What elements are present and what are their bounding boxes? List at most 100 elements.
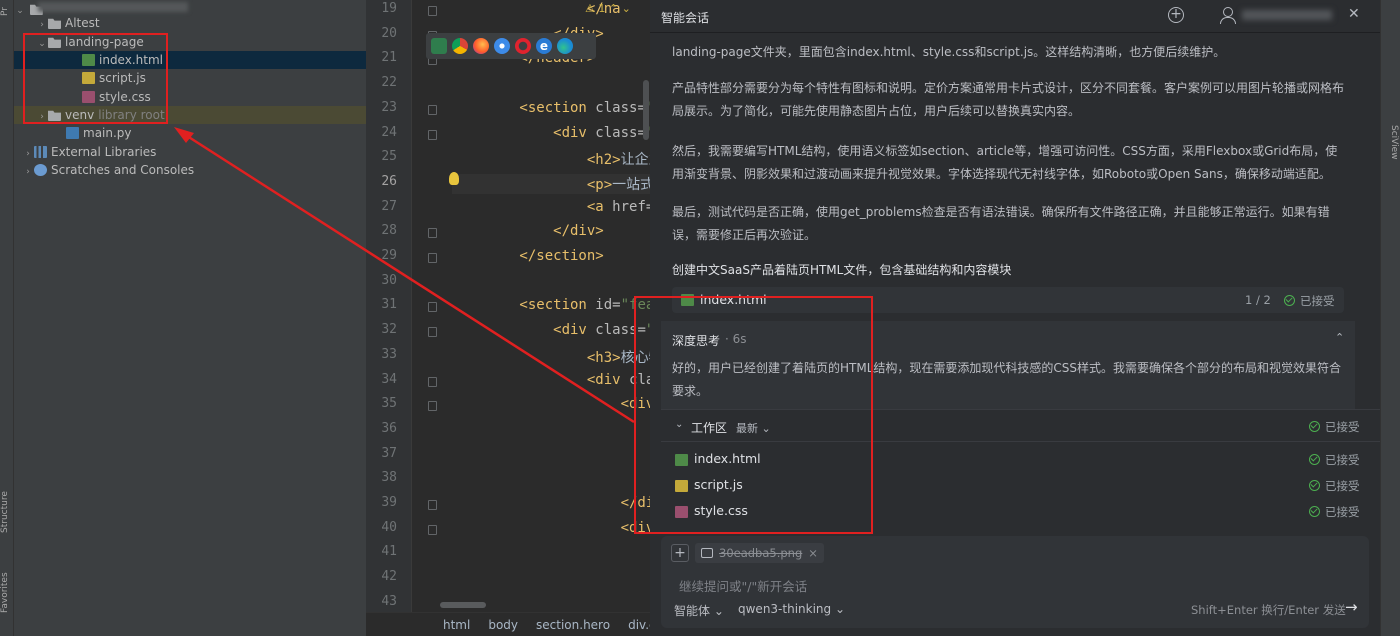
fold-marker-icon[interactable] [428, 327, 437, 338]
task-pager[interactable]: 1 / 2 [1245, 293, 1271, 307]
code-line[interactable]: <div class=" [452, 372, 650, 388]
line-number[interactable]: 37 [367, 446, 397, 461]
line-number[interactable]: 20 [367, 26, 397, 41]
code-line[interactable]: <div cla [452, 396, 650, 412]
fold-marker-icon[interactable] [428, 6, 437, 16]
agent-mode-dropdown[interactable]: 智能体 ⌄ [674, 602, 724, 619]
opera-icon[interactable] [515, 38, 531, 54]
code-line[interactable]: </section> [452, 248, 603, 264]
attachment-name: 30eadba5.png [719, 546, 803, 560]
line-number[interactable]: 38 [367, 470, 397, 485]
check-circle-icon [1309, 421, 1320, 432]
line-number[interactable]: 41 [367, 544, 397, 559]
code-line[interactable]: <h3>核心特性< [452, 347, 650, 367]
pycharm-browser-icon[interactable] [431, 38, 447, 54]
line-number[interactable]: 42 [367, 569, 397, 584]
line-number[interactable]: 32 [367, 322, 397, 337]
line-number[interactable]: 23 [367, 100, 397, 115]
code-editor[interactable]: </na </div> </header> <section class="he… [452, 0, 650, 612]
line-number[interactable]: 40 [367, 520, 397, 535]
file-accepted-status: 已接受 [1309, 452, 1360, 468]
breadcrumb: html body section.hero div.c [366, 612, 656, 636]
line-number[interactable]: 30 [367, 273, 397, 288]
fold-marker-icon[interactable] [428, 524, 437, 535]
add-context-button[interactable]: + [671, 544, 689, 562]
line-number[interactable]: 29 [367, 248, 397, 263]
chevron-up-icon[interactable]: ⌃ [1335, 331, 1344, 344]
breadcrumb-item[interactable]: body [488, 618, 518, 632]
breadcrumb-item[interactable]: html [443, 618, 470, 632]
model-dropdown[interactable]: qwen3-thinking ⌄ [738, 602, 845, 616]
attachment-chip[interactable]: 30eadba5.png × [695, 543, 824, 563]
favorites-tab[interactable]: Favorites [0, 565, 14, 621]
fold-marker-icon[interactable] [428, 401, 437, 412]
code-line[interactable]: <p>实 [452, 470, 650, 490]
edge-icon[interactable] [557, 38, 573, 54]
fold-marker-icon[interactable] [428, 376, 437, 387]
chevron-right-icon[interactable]: › [36, 16, 48, 34]
safari-icon[interactable] [494, 38, 510, 54]
line-number[interactable]: 19 [367, 1, 397, 16]
code-line[interactable]: <div class="cont [452, 322, 650, 338]
chat-input[interactable]: 继续提问或"/"新开会话 [679, 576, 807, 595]
fold-marker-icon[interactable] [428, 500, 437, 510]
remove-attachment-icon[interactable]: × [808, 546, 818, 560]
line-number[interactable]: 27 [367, 199, 397, 214]
line-number[interactable]: 36 [367, 421, 397, 436]
fold-marker-icon[interactable] [428, 253, 437, 263]
vertical-scrollbar[interactable] [643, 80, 649, 140]
new-chat-plus-icon[interactable]: + [1168, 7, 1184, 23]
structure-tab[interactable]: Structure [0, 488, 14, 536]
line-number[interactable]: 26 [367, 174, 397, 189]
line-number[interactable]: 39 [367, 495, 397, 510]
send-arrow-icon[interactable]: → [1345, 598, 1358, 616]
horizontal-scrollbar[interactable] [440, 602, 486, 608]
warning-indicator[interactable]: ⚠ 1 ⌃ ⌄ [585, 2, 631, 15]
ie-icon[interactable]: e [536, 38, 552, 54]
tree-item-main-py[interactable]: main.py [14, 124, 366, 142]
fold-marker-icon[interactable] [428, 228, 437, 239]
line-number[interactable]: 35 [367, 396, 397, 411]
user-icon[interactable] [1220, 7, 1236, 24]
code-line[interactable]: <div [452, 544, 650, 560]
code-line[interactable]: <div cla [452, 520, 650, 536]
code-line[interactable]: <div [452, 421, 650, 437]
tree-item-scratches-and-consoles[interactable]: › Scratches and Consoles [14, 161, 366, 179]
close-icon[interactable]: ✕ [1348, 6, 1360, 22]
line-number[interactable]: 34 [367, 372, 397, 387]
breadcrumb-item[interactable]: section.hero [536, 618, 610, 632]
code-line[interactable]: <h4> [452, 569, 650, 585]
line-number[interactable]: 25 [367, 149, 397, 164]
code-line[interactable]: <section id="feature [452, 297, 650, 313]
tree-item-altest[interactable]: › Altest [14, 14, 366, 32]
fold-marker-icon[interactable] [428, 104, 437, 115]
tree-item-external-libraries[interactable]: › External Libraries [14, 143, 366, 161]
fold-marker-icon[interactable] [428, 302, 437, 313]
accepted-label: 已接受 [1325, 453, 1360, 467]
line-number[interactable]: 28 [367, 223, 397, 238]
left-tool-strip: Pr Structure Favorites [0, 0, 14, 636]
fold-marker-icon[interactable] [428, 129, 437, 140]
line-number[interactable]: 31 [367, 297, 397, 312]
firefox-icon[interactable] [473, 38, 489, 54]
sciview-tab[interactable]: SciView [1383, 125, 1399, 160]
project-tab[interactable]: Pr [0, 0, 14, 24]
code-line[interactable]: </div> [452, 495, 650, 511]
lightbulb-icon[interactable] [449, 172, 459, 185]
line-number[interactable]: 24 [367, 125, 397, 140]
code-line[interactable]: <h2>让企业数字 [452, 149, 650, 169]
line-number[interactable]: 22 [367, 75, 397, 90]
code-line[interactable]: <h4> [452, 446, 650, 462]
code-line[interactable]: <section class="hero [452, 100, 650, 116]
line-number[interactable]: 33 [367, 347, 397, 362]
line-number[interactable]: 21 [367, 50, 397, 65]
code-line[interactable]: <a href="#pr [452, 199, 650, 215]
code-line[interactable]: <div class="cont [452, 125, 650, 141]
code-line[interactable]: </div> [452, 223, 604, 239]
line-number[interactable]: 43 [367, 594, 397, 609]
check-circle-icon [1309, 454, 1320, 465]
code-line[interactable]: <p>一站式云端应 [452, 173, 650, 194]
chevron-right-icon[interactable]: › [22, 163, 34, 181]
chrome-icon[interactable] [452, 38, 468, 54]
file-accepted-status: 已接受 [1309, 478, 1360, 494]
